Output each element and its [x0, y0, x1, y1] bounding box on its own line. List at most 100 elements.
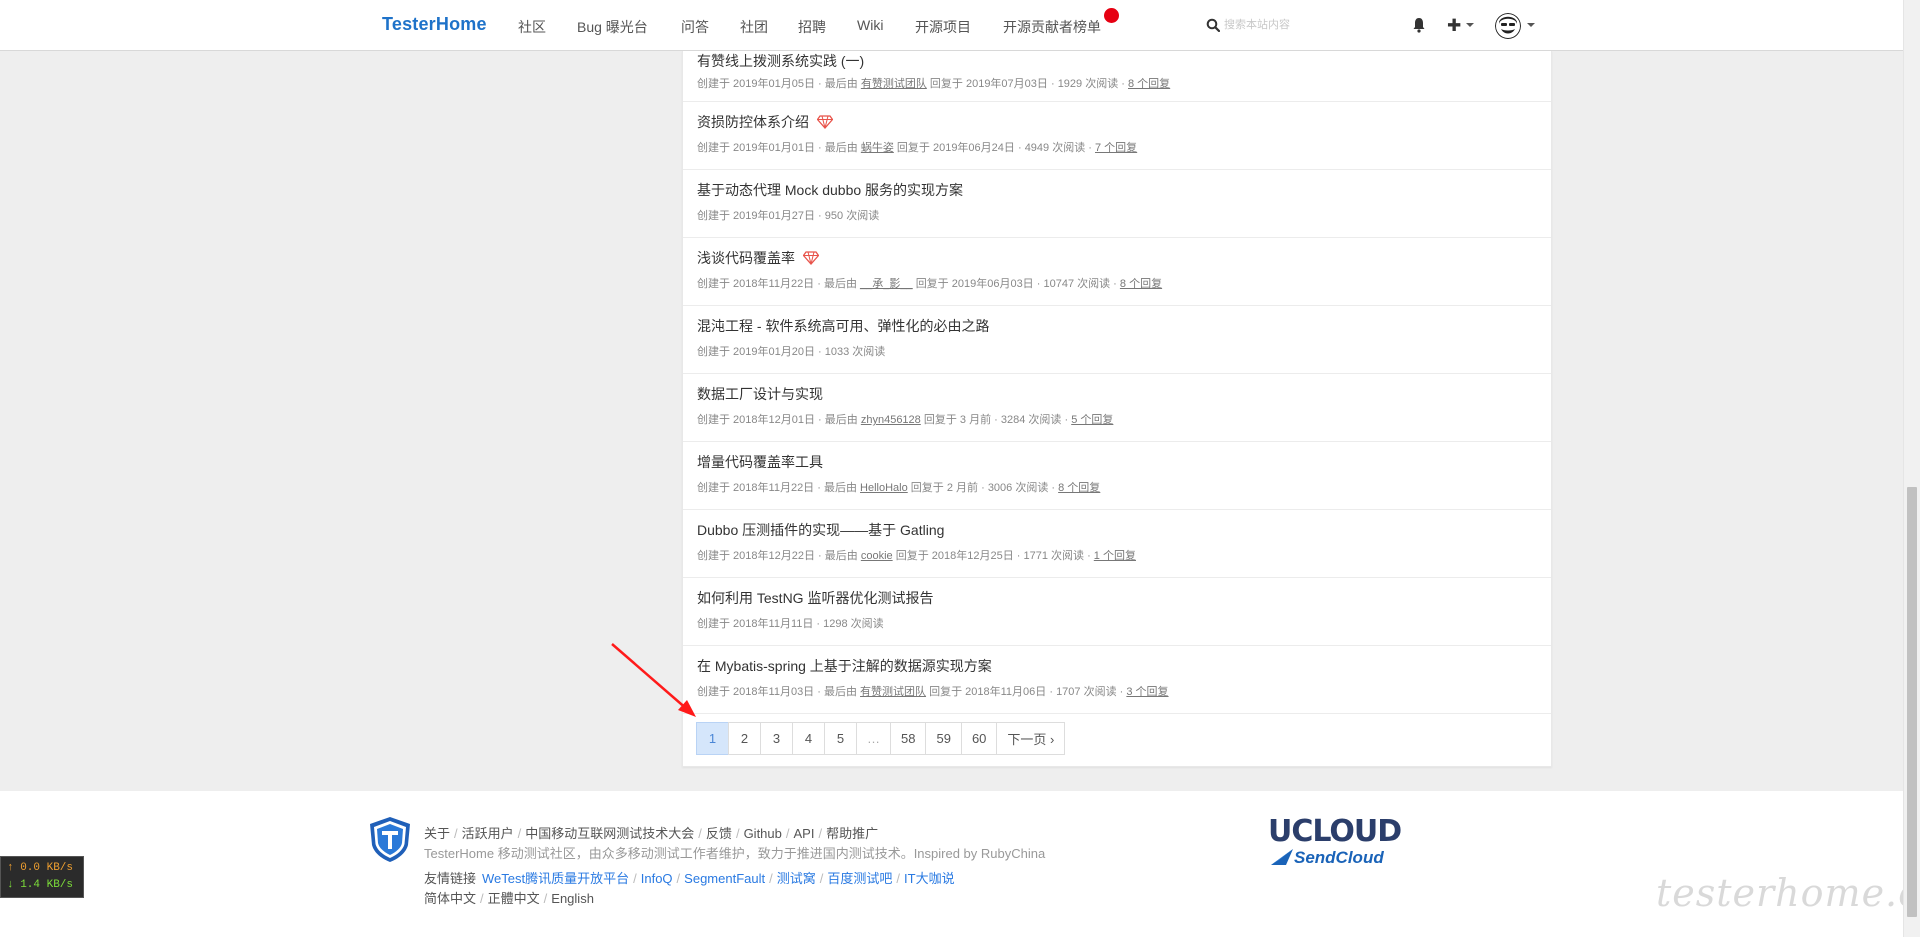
avatar[interactable] — [1495, 13, 1521, 39]
replies-link[interactable]: 8 个回复 — [1058, 482, 1100, 494]
topic-meta: 创建于 2019年01月27日 · 950 次阅读 — [697, 210, 880, 222]
replies-link[interactable]: 8 个回复 — [1128, 78, 1170, 90]
replies-link[interactable]: 5 个回复 — [1071, 414, 1113, 426]
page-58-button[interactable]: 58 — [890, 722, 927, 755]
page-60-button[interactable]: 60 — [960, 722, 998, 755]
friend-link-testwo[interactable]: 测试窝 — [777, 871, 816, 886]
topic-title[interactable]: 在 Mybatis-spring 上基于注解的数据源实现方案 — [697, 656, 992, 676]
last-reply-user-link[interactable]: HelloHalo — [860, 482, 908, 494]
nav-item-opensource[interactable]: 开源项目 — [915, 17, 971, 37]
topic-title[interactable]: 基于动态代理 Mock dubbo 服务的实现方案 — [697, 180, 963, 200]
sponsor-logo[interactable]: UCLOUD SendCloud — [1268, 817, 1408, 873]
nav-item-contributors[interactable]: 开源贡献者榜单 — [1003, 17, 1101, 37]
topic-meta: 创建于 2018年11月22日 · 最后由 __承_影__ 回复于 2019年0… — [697, 278, 1163, 290]
footer-link-active-users[interactable]: 活跃用户 — [462, 826, 514, 841]
diamond-icon — [817, 115, 833, 129]
footer-link-about[interactable]: 关于 — [424, 826, 450, 841]
list-item[interactable]: 如何利用 TestNG 监听器优化测试报告 创建于 2018年11月11日 · … — [683, 578, 1551, 646]
lang-en[interactable]: English — [551, 891, 594, 906]
footer-link-api[interactable]: API — [794, 826, 815, 841]
next-page-button[interactable]: 下一页 › — [996, 722, 1066, 755]
topic-meta: 创建于 2019年01月01日 · 最后由 蜗牛姿 回复于 2019年06月24… — [697, 142, 1138, 154]
search-icon[interactable] — [1206, 18, 1220, 32]
sendcloud-logo-text: SendCloud — [1294, 848, 1384, 867]
list-item[interactable]: 基于动态代理 Mock dubbo 服务的实现方案 创建于 2019年01月27… — [683, 170, 1551, 238]
list-item[interactable]: Dubbo 压测插件的实现——基于 Gatling 创建于 2018年12月22… — [683, 510, 1551, 578]
notification-dot — [1104, 8, 1119, 23]
list-item[interactable]: 数据工厂设计与实现 创建于 2018年12月01日 · 最后由 zhyn4561… — [683, 374, 1551, 442]
last-reply-user-link[interactable]: __承_影__ — [860, 278, 913, 290]
nav-item-wiki[interactable]: Wiki — [857, 17, 883, 33]
replies-link[interactable]: 1 个回复 — [1094, 550, 1136, 562]
list-item[interactable]: 混沌工程 - 软件系统高可用、弹性化的必由之路 创建于 2019年01月20日 … — [683, 306, 1551, 374]
list-item[interactable]: 浅谈代码覆盖率 创建于 2018年11月22日 · 最后由 __承_影__ 回复… — [683, 238, 1551, 306]
friend-link-segmentfault[interactable]: SegmentFault — [684, 871, 765, 886]
nav-item-community[interactable]: 社区 — [518, 17, 546, 37]
page-59-button[interactable]: 59 — [925, 722, 962, 755]
last-reply-user-link[interactable]: cookie — [861, 550, 893, 562]
scrollbar-thumb[interactable] — [1907, 487, 1917, 917]
list-item[interactable]: 有赞线上拨测系统实践 (一) 创建于 2019年01月05日 · 最后由 有赞测… — [683, 51, 1551, 102]
plus-icon[interactable]: ✚ — [1447, 16, 1461, 36]
topic-title[interactable]: 混沌工程 - 软件系统高可用、弹性化的必由之路 — [697, 316, 989, 336]
page-3-button[interactable]: 3 — [760, 722, 793, 755]
list-item[interactable]: 增量代码覆盖率工具 创建于 2018年11月22日 · 最后由 HelloHal… — [683, 442, 1551, 510]
footer-link-github[interactable]: Github — [744, 826, 782, 841]
last-reply-user-link[interactable]: 蜗牛姿 — [861, 142, 894, 154]
replies-link[interactable]: 3 个回复 — [1126, 686, 1168, 698]
lang-zh-cn[interactable]: 简体中文 — [424, 891, 476, 906]
replies-link[interactable]: 8 个回复 — [1120, 278, 1162, 290]
page-2-button[interactable]: 2 — [728, 722, 761, 755]
chevron-down-icon[interactable] — [1527, 23, 1535, 27]
footer-link-feedback[interactable]: 反馈 — [706, 826, 732, 841]
page-4-button[interactable]: 4 — [792, 722, 825, 755]
topic-meta: 创建于 2019年01月20日 · 1033 次阅读 — [697, 346, 886, 358]
footer-link-conference[interactable]: 中国移动互联网测试技术大会 — [525, 826, 694, 841]
watermark: testerhome.com — [1656, 871, 1920, 915]
list-item[interactable]: 资损防控体系介绍 创建于 2019年01月01日 · 最后由 蜗牛姿 回复于 2… — [683, 102, 1551, 170]
topic-title[interactable]: 资损防控体系介绍 — [697, 112, 833, 132]
pagination: 1 2 3 4 5 … 58 59 60 下一页 › — [696, 722, 1066, 755]
footer-link-promote[interactable]: 帮助推广 — [826, 826, 878, 841]
friend-link-itdks[interactable]: IT大咖说 — [904, 871, 955, 886]
friend-link-infoq[interactable]: InfoQ — [641, 871, 673, 886]
topic-title[interactable]: 浅谈代码覆盖率 — [697, 248, 819, 268]
nav-item-jobs[interactable]: 招聘 — [798, 17, 826, 37]
replies-link[interactable]: 7 个回复 — [1095, 142, 1137, 154]
scrollbar[interactable] — [1903, 0, 1920, 937]
nav-item-qa[interactable]: 问答 — [681, 17, 709, 37]
last-reply-user-link[interactable]: 有赞测试团队 — [860, 686, 926, 698]
brand-logo[interactable]: TesterHome — [382, 14, 487, 35]
bell-icon[interactable] — [1412, 17, 1426, 33]
friend-links: 友情链接 WeTest腾讯质量开放平台 / InfoQ / SegmentFault / 测试… — [424, 871, 955, 886]
search-input[interactable] — [1224, 14, 1374, 36]
chevron-down-icon[interactable] — [1466, 23, 1474, 27]
topic-meta: 创建于 2018年11月11日 · 1298 次阅读 — [697, 618, 884, 630]
topic-title[interactable]: 数据工厂设计与实现 — [697, 384, 823, 404]
download-speed: ↓ 1.4 KB/s — [7, 879, 74, 891]
lang-zh-tw[interactable]: 正體中文 — [488, 891, 540, 906]
diamond-icon — [803, 251, 819, 265]
topic-title[interactable]: 有赞线上拨测系统实践 (一) — [697, 51, 864, 71]
list-item[interactable]: 在 Mybatis-spring 上基于注解的数据源实现方案 创建于 2018年… — [683, 646, 1551, 714]
last-reply-user-link[interactable]: 有赞测试团队 — [861, 78, 927, 90]
nav-item-bug[interactable]: Bug 曝光台 — [577, 17, 648, 37]
friend-link-wetest[interactable]: WeTest腾讯质量开放平台 — [482, 871, 629, 886]
topic-title[interactable]: 增量代码覆盖率工具 — [697, 452, 823, 472]
footer-links: 关于 / 活跃用户 / 中国移动互联网测试技术大会 / 反馈 / Github / API / 帮助推广 — [424, 826, 879, 841]
last-reply-user-link[interactable]: zhyn456128 — [861, 414, 921, 426]
topic-meta: 创建于 2018年11月03日 · 最后由 有赞测试团队 回复于 2018年11… — [697, 686, 1169, 698]
friend-link-baidu-test[interactable]: 百度测试吧 — [827, 871, 892, 886]
language-switcher: 简体中文 / 正體中文 / English — [424, 891, 594, 906]
topic-title[interactable]: 如何利用 TestNG 监听器优化测试报告 — [697, 588, 933, 608]
topic-meta: 创建于 2018年11月22日 · 最后由 HelloHalo 回复于 2 月前… — [697, 482, 1101, 494]
topic-list: 有赞线上拨测系统实践 (一) 创建于 2019年01月05日 · 最后由 有赞测… — [682, 51, 1552, 767]
page-5-button[interactable]: 5 — [824, 722, 857, 755]
nav-item-groups[interactable]: 社团 — [740, 17, 768, 37]
page-1-button[interactable]: 1 — [696, 722, 729, 755]
footer: 关于 / 活跃用户 / 中国移动互联网测试技术大会 / 反馈 / Github / API / 帮助推广… — [0, 791, 1920, 937]
topic-meta: 创建于 2018年12月22日 · 最后由 cookie 回复于 2018年12… — [697, 550, 1136, 562]
top-navbar: TesterHome 社区 Bug 曝光台 问答 社团 招聘 Wiki 开源项目… — [0, 0, 1903, 51]
topic-title[interactable]: Dubbo 压测插件的实现——基于 Gatling — [697, 520, 944, 540]
testerhome-shield-logo — [370, 817, 410, 862]
